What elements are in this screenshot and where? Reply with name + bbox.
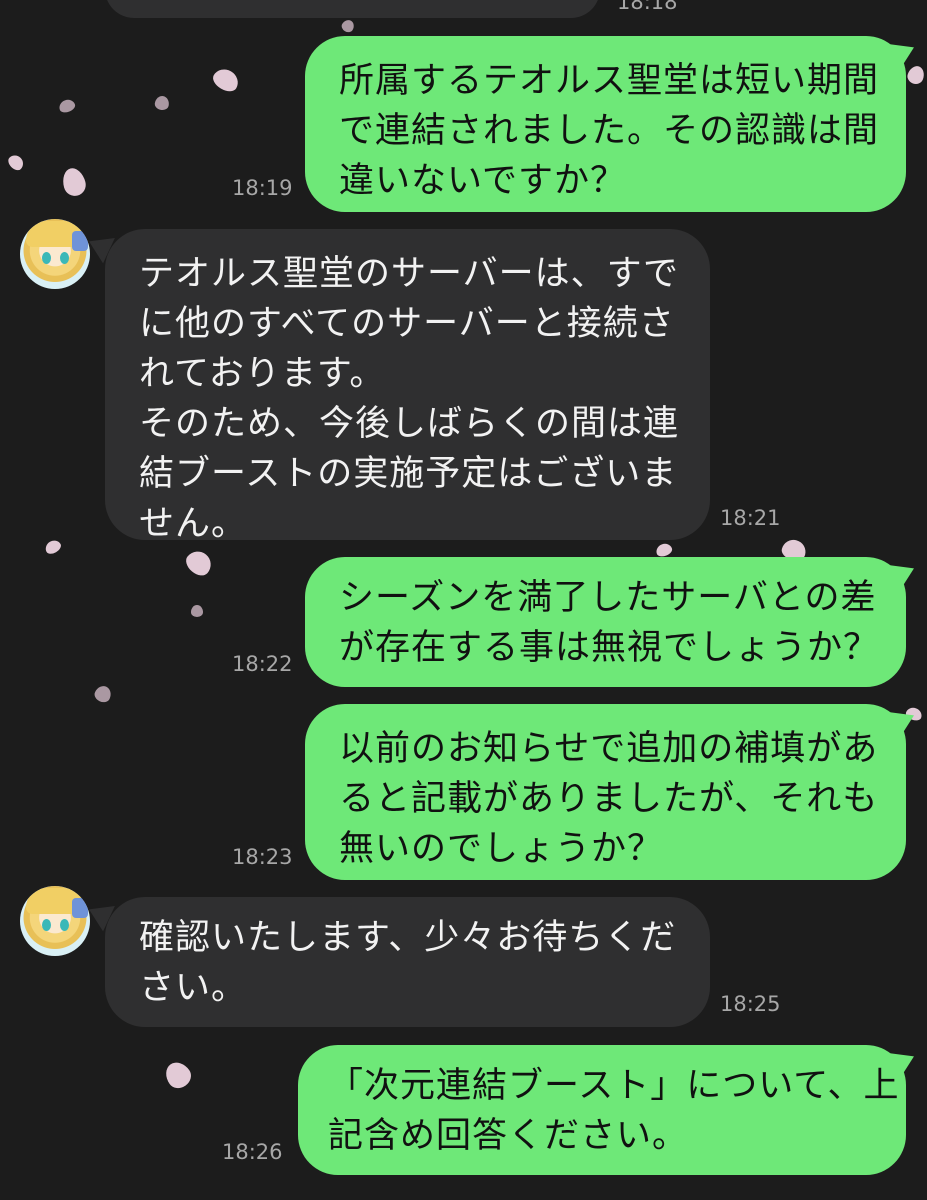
message-line: で連結されました。その認識は間 <box>339 111 880 151</box>
message-bubble-received[interactable]: 確認いたします、少々お待ちくだ さい。 <box>105 897 710 1027</box>
message-bubble-sent[interactable]: 「次元連結ブースト」について、上 記含め回答ください。 <box>298 1045 906 1175</box>
character-avatar-icon[interactable] <box>20 219 90 289</box>
message-time: 18:19 <box>232 176 293 200</box>
message-bubble-sent[interactable]: シーズンを満了したサーバとの差 が存在する事は無視でしょうか？ <box>305 557 906 687</box>
message-time: 18:22 <box>232 652 293 676</box>
message-line: に他のすべてのサーバーと接続さ <box>139 304 675 344</box>
petal-decoration <box>209 64 243 96</box>
message-time: 18:23 <box>232 845 293 869</box>
message-line: 無いのでしょうか？ <box>339 829 664 869</box>
message-line: が存在する事は無視でしょうか？ <box>339 628 880 668</box>
petal-decoration <box>160 1057 196 1093</box>
message-line: そのため、今後しばらくの間は連 <box>139 404 680 444</box>
message-line: ると記載がありましたが、それも <box>339 779 879 819</box>
petal-decoration <box>59 165 89 199</box>
message-line: れております。 <box>139 354 386 394</box>
message-line: テオルス聖堂のサーバーは、すで <box>139 254 680 294</box>
petal-decoration <box>191 605 203 617</box>
petal-decoration <box>339 17 357 35</box>
petal-decoration <box>43 537 63 557</box>
petal-decoration <box>92 683 114 705</box>
message-line: 結ブーストの実施予定はございま <box>139 454 678 494</box>
message-line: せん。 <box>139 504 248 544</box>
message-bubble-sent[interactable]: 所属するテオルス聖堂は短い期間 で連結されました。その認識は間 違いないですか？ <box>305 36 906 212</box>
message-time: 18:21 <box>720 506 781 530</box>
petal-decoration <box>181 546 217 580</box>
petal-decoration <box>5 152 27 173</box>
message-line: シーズンを満了したサーバとの差 <box>339 578 877 618</box>
message-time: 18:18 <box>617 0 678 14</box>
character-avatar-icon[interactable] <box>20 886 90 956</box>
message-time: 18:26 <box>222 1140 283 1164</box>
message-bubble-received[interactable]: テオルス聖堂のサーバーは、すで に他のすべてのサーバーと接続さ れております。 … <box>105 229 710 544</box>
message-line: さい。 <box>139 968 248 1008</box>
petal-decoration <box>57 97 77 115</box>
message-line: 「次元連結ブースト」について、上 <box>328 1066 900 1106</box>
message-time: 18:25 <box>720 992 781 1016</box>
message-line: 所属するテオルス聖堂は短い期間 <box>339 61 880 101</box>
message-bubble-sent[interactable]: 以前のお知らせで追加の補填があ ると記載がありましたが、それも 無いのでしょうか… <box>305 704 906 880</box>
message-line: 違いないですか？ <box>339 161 626 201</box>
message-line: 確認いたします、少々お待ちくだ <box>139 918 677 958</box>
message-line: 記含め回答ください。 <box>328 1116 689 1156</box>
petal-decoration <box>905 63 927 87</box>
message-line: 以前のお知らせで追加の補填があ <box>339 729 879 769</box>
petal-decoration <box>153 94 171 112</box>
message-bubble-partial <box>105 0 600 18</box>
